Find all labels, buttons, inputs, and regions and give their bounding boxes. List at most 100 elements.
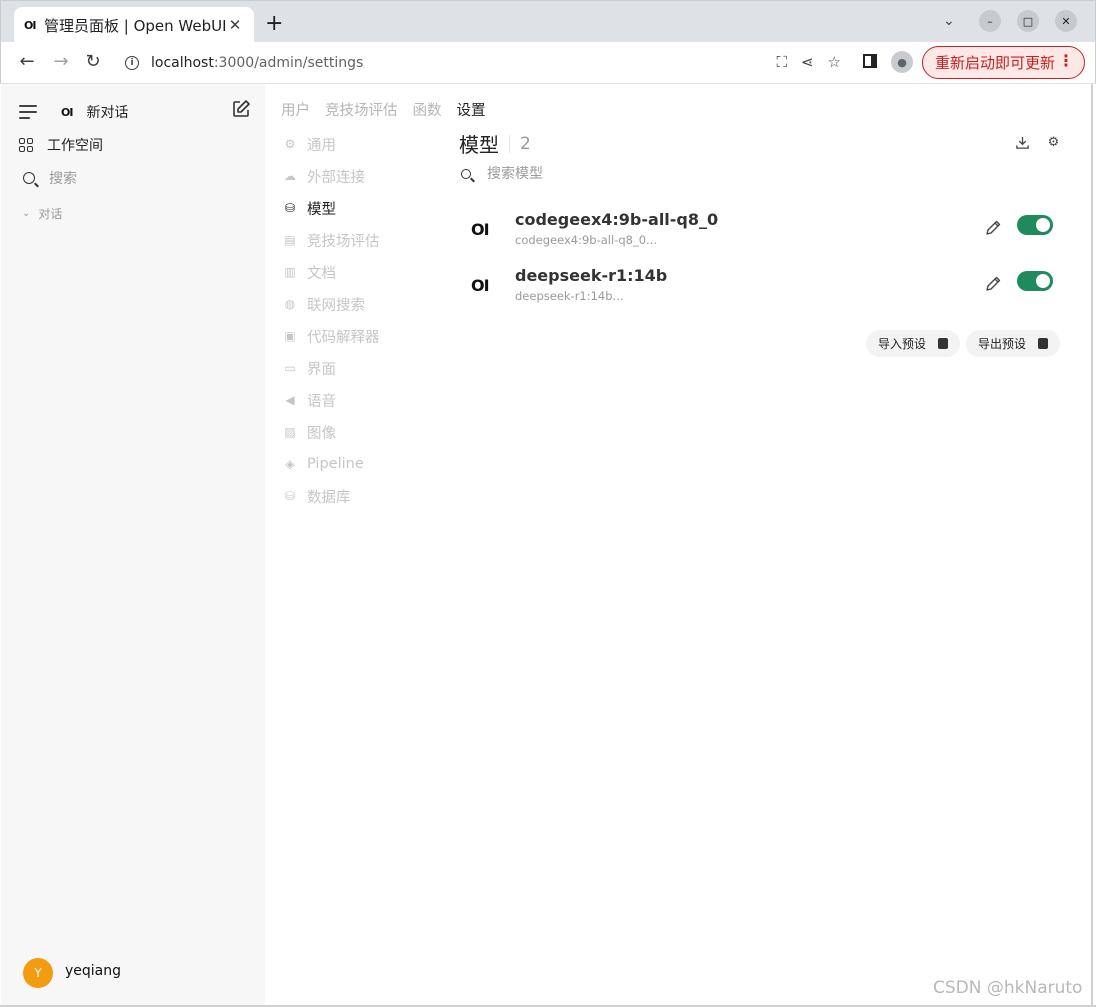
document-icon: ▤: [284, 233, 296, 247]
gear-icon: ⚙: [284, 137, 296, 151]
layers-icon: ◈: [285, 457, 295, 471]
file-upload-icon: [938, 338, 949, 349]
database-icon: ⛁: [284, 201, 296, 215]
settings-nav-web-search[interactable]: ◍ 联网搜索: [283, 288, 453, 320]
export-presets-label: 导出预设: [978, 337, 1027, 351]
model-name: codegeex4:9b-all-q8_0: [515, 210, 719, 229]
app-sidebar: OI 新对话 工作空间 搜索 ⌄ 对话 Y yeqiang: [1, 84, 265, 1006]
back-button[interactable]: ←: [15, 51, 39, 72]
update-label: 重新启动即可更新: [935, 54, 1056, 72]
profile-icon[interactable]: ●: [891, 51, 913, 73]
database-icon: ⛁: [284, 489, 296, 503]
export-presets-button[interactable]: 导出预设: [966, 330, 1061, 357]
terminal-icon: ▣: [284, 329, 296, 343]
chats-group-toggle[interactable]: ⌄ 对话: [22, 205, 62, 222]
share-icon[interactable]: ⋖: [801, 53, 814, 71]
sidebar-search-label: 搜索: [49, 171, 77, 187]
model-id: codegeex4:9b-all-q8_0...: [515, 233, 657, 247]
search-icon: [461, 169, 471, 179]
reload-button[interactable]: ↻: [81, 51, 105, 72]
maximize-button[interactable]: □: [1017, 10, 1039, 32]
settings-nav-pipelines[interactable]: ◈ Pipeline: [283, 448, 453, 480]
site-info-icon[interactable]: i: [125, 56, 139, 70]
tab-users[interactable]: 用户: [281, 99, 310, 120]
models-header: 模型 2: [459, 129, 531, 158]
browser-tabbar: OI 管理员面板 | Open WebUI ✕ + ⌄ – □ ✕: [0, 0, 1096, 43]
model-search: [461, 166, 787, 182]
sidebar-item-workspace[interactable]: 工作空间: [19, 135, 103, 155]
models-count: 2: [520, 133, 531, 154]
settings-nav-connections[interactable]: ☁ 外部连接: [283, 160, 453, 192]
settings-nav-images[interactable]: ▨ 图像: [283, 416, 453, 448]
chats-header: 对话: [38, 207, 63, 221]
list-item[interactable]: OI deepseek-r1:14b deepseek-r1:14b...: [471, 266, 1071, 316]
minimize-button[interactable]: –: [979, 10, 1001, 32]
model-logo: OI: [471, 220, 490, 239]
settings-nav: ⚙ 通用 ☁ 外部连接 ⛁ 模型 ▤ 竞技场评估 ▥ 文档 ◍ 联网搜索 ▣ 代码解释器 ▭ 界…: [283, 128, 453, 512]
file-download-icon: [1038, 338, 1049, 349]
tab-close-icon[interactable]: ✕: [226, 16, 244, 34]
forward-button[interactable]: →: [49, 51, 73, 72]
settings-nav-general[interactable]: ⚙ 通用: [283, 128, 453, 160]
model-enable-toggle[interactable]: [1017, 271, 1053, 291]
settings-nav-interface[interactable]: ▭ 界面: [283, 352, 453, 384]
url-host: localhost: [151, 55, 214, 71]
tab-settings[interactable]: 设置: [457, 99, 486, 120]
settings-nav-audio[interactable]: ◀ 语音: [283, 384, 453, 416]
tab-functions[interactable]: 函数: [413, 99, 442, 120]
globe-icon: ◍: [284, 297, 296, 311]
watermark: CSDN @hkNaruto: [933, 978, 1083, 998]
model-id: deepseek-r1:14b...: [515, 289, 624, 303]
gear-icon[interactable]: ⚙: [1046, 135, 1061, 150]
new-chat-label[interactable]: 新对话: [86, 102, 128, 122]
model-enable-toggle[interactable]: [1017, 215, 1053, 235]
address-bar[interactable]: i localhost:3000/admin/settings ⛶ ⋖ ☆: [113, 47, 849, 79]
admin-panel: 用户 竞技场评估 函数 设置 ⚙ 通用 ☁ 外部连接 ⛁ 模型 ▤ 竞技场评估 ▥ 文档 …: [265, 84, 1091, 1006]
translate-icon[interactable]: ⛶: [776, 53, 787, 71]
model-logo: OI: [471, 276, 490, 295]
edit-pencil-icon[interactable]: [983, 274, 1003, 294]
model-search-input[interactable]: [487, 166, 787, 182]
side-panel-icon[interactable]: [863, 54, 877, 68]
admin-tabs: 用户 竞技场评估 函数 设置: [281, 99, 486, 120]
sidebar-search[interactable]: 搜索: [23, 168, 77, 188]
cloud-icon: ☁: [284, 169, 296, 183]
tab-search-chevron-icon[interactable]: ⌄: [943, 13, 955, 29]
import-presets-label: 导入预设: [878, 337, 927, 351]
tab-title: 管理员面板 | Open WebUI: [44, 16, 226, 35]
bookmark-star-icon[interactable]: ☆: [828, 53, 841, 71]
menu-toggle-icon[interactable]: [19, 105, 37, 119]
edit-pencil-icon[interactable]: [983, 218, 1003, 238]
file-icon: ▥: [284, 265, 296, 279]
settings-nav-evaluations[interactable]: ▤ 竞技场评估: [283, 224, 453, 256]
new-chat-edit-icon[interactable]: [231, 99, 251, 119]
settings-nav-documents[interactable]: ▥ 文档: [283, 256, 453, 288]
browser-tab[interactable]: OI 管理员面板 | Open WebUI ✕: [14, 7, 254, 43]
browser-toolbar: ← → ↻ i localhost:3000/admin/settings ⛶ …: [0, 42, 1096, 84]
workspace-icon: [19, 138, 33, 152]
image-icon: ▨: [284, 425, 296, 439]
chevron-down-icon: ⌄: [22, 208, 31, 219]
model-name: deepseek-r1:14b: [515, 266, 668, 285]
list-item[interactable]: OI codegeex4:9b-all-q8_0 codegeex4:9b-al…: [471, 210, 1071, 260]
username[interactable]: yeqiang: [65, 963, 121, 979]
menu-dots-icon: ⋮: [1058, 51, 1074, 70]
settings-nav-models[interactable]: ⛁ 模型: [283, 192, 453, 224]
monitor-icon: ▭: [284, 361, 296, 375]
download-icon[interactable]: [1015, 135, 1030, 150]
app-logo: OI: [61, 105, 73, 119]
tab-favicon: OI: [24, 18, 36, 32]
title-divider: [509, 134, 510, 153]
tab-arena[interactable]: 竞技场评估: [325, 99, 398, 120]
settings-nav-code-interpreter[interactable]: ▣ 代码解释器: [283, 320, 453, 352]
update-button[interactable]: 重新启动即可更新 ⋮: [922, 46, 1085, 79]
import-presets-button[interactable]: 导入预设: [866, 330, 961, 357]
workspace-label: 工作空间: [47, 138, 103, 154]
new-tab-button[interactable]: +: [265, 11, 283, 37]
page-title: 模型: [459, 133, 499, 157]
window-border: [1091, 84, 1093, 1007]
settings-nav-database[interactable]: ⛁ 数据库: [283, 480, 453, 512]
close-window-button[interactable]: ✕: [1055, 10, 1077, 32]
search-icon: [23, 172, 35, 184]
avatar[interactable]: Y: [23, 958, 53, 988]
